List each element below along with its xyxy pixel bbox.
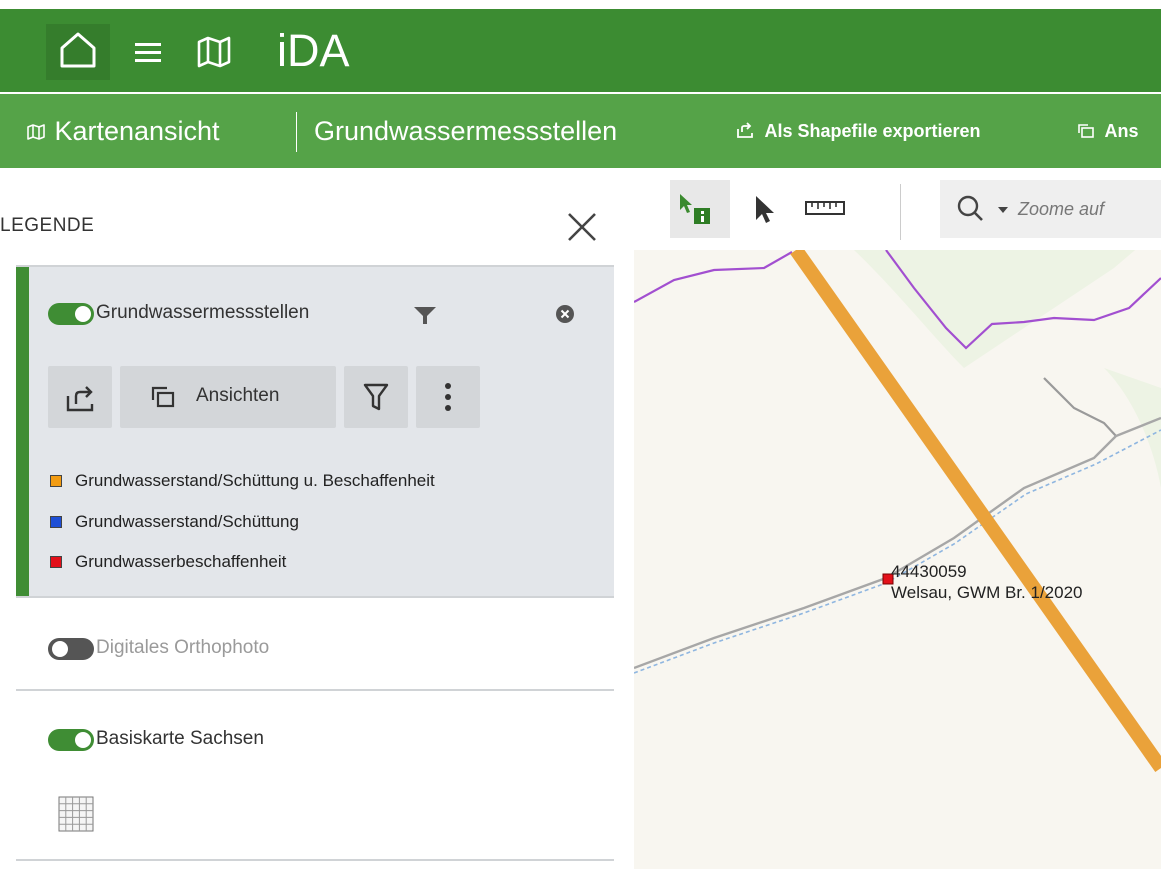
filter-icon	[363, 383, 389, 411]
views-icon	[1078, 124, 1094, 138]
layer-divider	[16, 596, 614, 598]
close-circle-icon	[556, 305, 574, 323]
map-icon	[197, 36, 231, 68]
share-icon	[737, 122, 753, 138]
layer-toggle-grundwassermessstellen[interactable]	[48, 303, 94, 325]
export-shapefile-label: Als Shapefile exportieren	[764, 121, 981, 141]
app-title: iDA	[277, 25, 350, 76]
map-view-label: Kartenansicht	[54, 116, 220, 146]
legend-swatch	[50, 475, 62, 487]
layer-name-grundwassermessstellen: Grundwassermessstellen	[96, 302, 310, 323]
legend-entry-label: Grundwasserstand/Schüttung u. Beschaffen…	[75, 471, 435, 490]
map-features	[634, 168, 1161, 773]
map-view-link[interactable]: Kartenansicht	[26, 94, 220, 168]
layer-toggle-basiskarte-sachsen[interactable]	[48, 729, 94, 751]
zoom-search-box[interactable]: Zoome auf	[940, 180, 1161, 238]
sub-navigation-bar: Kartenansicht Grundwassermessstellen Als…	[0, 94, 1161, 168]
top-app-bar-container: iDA	[0, 0, 1161, 94]
legend-swatch	[50, 516, 62, 528]
legend-entry: Grundwasserstand/Schüttung u. Beschaffen…	[50, 471, 435, 491]
cursor-icon	[756, 196, 774, 223]
breadcrumb-divider	[296, 112, 297, 152]
layer-divider	[16, 689, 614, 691]
menu-icon	[135, 43, 161, 62]
layer-views-label: Ansichten	[196, 385, 280, 406]
share-icon	[66, 386, 94, 412]
filter-icon	[414, 307, 436, 324]
legend-title: LEGENDE	[0, 215, 95, 236]
remove-layer-button[interactable]	[555, 304, 575, 324]
layer-name-basiskarte-sachsen: Basiskarte Sachsen	[96, 728, 264, 749]
toggle-knob	[75, 732, 91, 748]
home-icon	[60, 32, 96, 68]
more-vertical-icon	[445, 383, 451, 411]
layer-export-button[interactable]	[48, 366, 112, 428]
feature-id-label: 44430059	[891, 562, 967, 581]
app-bar: iDA	[0, 9, 1161, 92]
basemap-thumbnail-icon	[58, 796, 94, 832]
close-icon	[568, 213, 596, 241]
legend-entry-label: Grundwasserstand/Schüttung	[75, 512, 299, 531]
layer-toggle-digitales-orthophoto[interactable]	[48, 638, 94, 660]
close-legend-button[interactable]	[565, 210, 599, 244]
toggle-knob	[52, 641, 68, 657]
map-view-button[interactable]	[194, 31, 234, 71]
legend-entry: Grundwasserbeschaffenheit	[50, 552, 286, 572]
info-select-tool[interactable]	[670, 180, 730, 238]
legend-swatch	[50, 556, 62, 568]
map-canvas[interactable]: 44430059 Welsau, GWM Br. 1/2020	[634, 168, 1161, 869]
layer-views-button[interactable]: Ansichten	[120, 366, 336, 428]
export-shapefile-button[interactable]: Als Shapefile exportieren	[735, 94, 981, 168]
feature-name-label: Welsau, GWM Br. 1/2020	[891, 583, 1083, 602]
toolbar-divider	[900, 184, 901, 240]
menu-button[interactable]	[132, 33, 164, 71]
legend-entry-label: Grundwasserbeschaffenheit	[75, 552, 287, 571]
views-button[interactable]: Ans	[1077, 94, 1138, 168]
select-tool[interactable]	[744, 180, 784, 238]
layer-more-button[interactable]	[416, 366, 480, 428]
layer-divider	[16, 859, 614, 861]
map-icon	[27, 124, 45, 140]
home-button[interactable]	[46, 24, 110, 80]
views-label: Ans	[1104, 121, 1139, 141]
search-icon	[957, 195, 983, 221]
layer-name-digitales-orthophoto: Digitales Orthophoto	[96, 637, 270, 658]
search-placeholder: Zoome auf	[1018, 199, 1105, 219]
ruler-icon	[805, 201, 845, 215]
toggle-knob	[75, 306, 91, 322]
views-icon	[151, 386, 175, 408]
layer-filter-indicator[interactable]	[412, 304, 438, 326]
info-cursor-icon	[680, 194, 710, 224]
dataset-title: Grundwassermessstellen	[314, 116, 618, 146]
map-toolbar: Zoome auf	[634, 168, 1161, 250]
chevron-down-icon[interactable]	[996, 180, 1010, 238]
layer-filter-button[interactable]	[344, 366, 408, 428]
measure-tool[interactable]	[800, 180, 850, 238]
legend-entry: Grundwasserstand/Schüttung	[50, 512, 299, 532]
